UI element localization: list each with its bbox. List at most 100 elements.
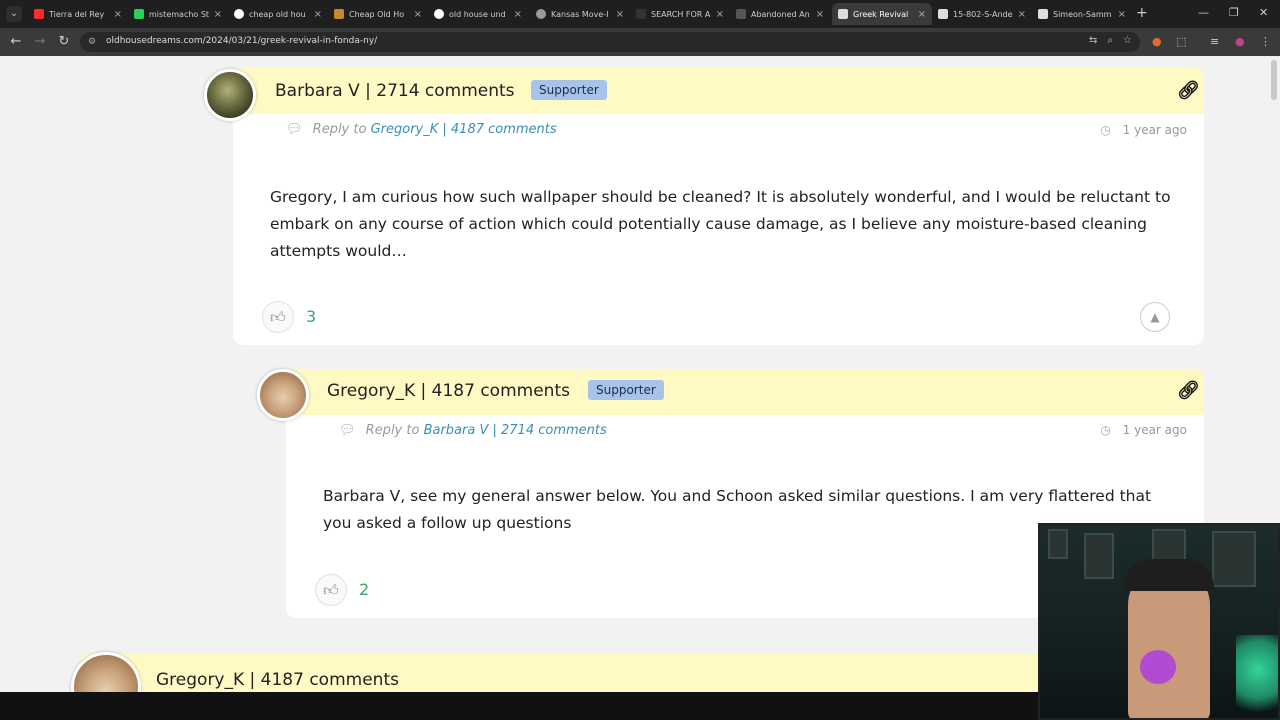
tab-greek-revival[interactable]: Greek Revival × xyxy=(832,3,932,25)
tab-tierra-del-rey[interactable]: Tierra del Rey × xyxy=(28,3,128,25)
kick-icon xyxy=(134,9,144,19)
youtube-icon xyxy=(34,9,44,19)
screen: ⌄ Tierra del Rey × mistemacho St × cheap… xyxy=(0,0,1280,720)
close-tab-icon[interactable]: × xyxy=(314,9,322,20)
thumbs-up-icon[interactable]: 👍︎ xyxy=(315,574,347,606)
reply-icon: 💬︎ xyxy=(339,423,356,438)
restore-icon[interactable]: ❐ xyxy=(1229,6,1239,19)
close-tab-icon[interactable]: × xyxy=(716,9,724,20)
close-tab-icon[interactable]: × xyxy=(414,9,422,20)
reply-to-row: 💬︎ Reply to Barbara V | 2714 comments xyxy=(339,423,607,438)
menu-icon[interactable]: ⋮ xyxy=(1260,35,1271,48)
comment-author[interactable]: Barbara V | 2714 comments xyxy=(275,81,515,101)
time-text: 1 year ago xyxy=(1122,423,1187,437)
browser-tab-bar: ⌄ Tierra del Rey × mistemacho St × cheap… xyxy=(0,0,1280,28)
translate-icon[interactable]: ⇆ xyxy=(1089,35,1097,46)
tab-cheap-old-house-2[interactable]: Cheap Old Ho × xyxy=(328,3,428,25)
comment-author[interactable]: Gregory_K | 4187 comments xyxy=(156,670,399,690)
close-tab-icon[interactable]: × xyxy=(1118,9,1126,20)
tab-old-house-under[interactable]: old house und × xyxy=(428,3,528,25)
like-count: 2 xyxy=(359,580,370,599)
collapse-up-icon[interactable]: ▲ xyxy=(1140,302,1170,332)
close-tab-icon[interactable]: × xyxy=(616,9,624,20)
reply-prefix: Reply to xyxy=(312,122,367,137)
comment-card: Gregory_K | 4187 comments xyxy=(80,654,1204,692)
tab-mistemacho[interactable]: mistemacho St × xyxy=(128,3,228,25)
close-tab-icon[interactable]: × xyxy=(514,9,522,20)
comment-author[interactable]: Gregory_K | 4187 comments xyxy=(327,381,570,401)
tab-15-802[interactable]: 15-802-S-Ande × xyxy=(932,3,1032,25)
profile-avatar[interactable]: ● xyxy=(1235,35,1245,48)
time-text: 1 year ago xyxy=(1122,123,1187,137)
site-info-icon[interactable]: ⚙ xyxy=(86,36,98,48)
back-icon[interactable]: ← xyxy=(8,34,24,49)
close-tab-icon[interactable]: × xyxy=(1018,9,1026,20)
house-icon xyxy=(938,9,948,19)
url-actions: ⇆ ⌕ ☆ xyxy=(1089,35,1132,46)
url-field[interactable]: ⚙ oldhousedreams.com/2024/03/21/greek-re… xyxy=(80,32,1140,52)
tab-title: Kansas Move-I xyxy=(551,9,609,19)
forward-icon[interactable]: → xyxy=(32,34,48,49)
comment-time: ◷ 1 year ago xyxy=(1100,123,1187,137)
site-icon xyxy=(636,9,646,19)
reading-list-icon[interactable]: ≡ xyxy=(1210,35,1219,48)
tab-kansas-move[interactable]: Kansas Move-I × xyxy=(530,3,630,25)
extensions-puzzle-icon[interactable]: ⬚ xyxy=(1176,35,1186,48)
reply-prefix: Reply to xyxy=(365,423,420,438)
extension-icon[interactable]: ● xyxy=(1152,35,1162,48)
tab-title: old house und xyxy=(449,9,506,19)
tab-title: Cheap Old Ho xyxy=(349,9,405,19)
tab-abandoned[interactable]: Abandoned An × xyxy=(730,3,830,25)
close-window-icon[interactable]: ✕ xyxy=(1259,6,1268,19)
browser-address-bar: ← → ↻ ⚙ oldhousedreams.com/2024/03/21/gr… xyxy=(0,28,1280,56)
like-count: 3 xyxy=(306,307,317,326)
wall-poster xyxy=(1212,531,1256,587)
tab-title: Simeon-Samm xyxy=(1053,9,1112,19)
close-tab-icon[interactable]: × xyxy=(214,9,222,20)
minimize-icon[interactable]: — xyxy=(1198,6,1209,19)
wall-poster xyxy=(1048,529,1068,559)
avatar[interactable] xyxy=(257,369,309,421)
reply-to-link[interactable]: Barbara V | 2714 comments xyxy=(424,423,607,438)
tab-simeon[interactable]: Simeon-Samm × xyxy=(1032,3,1132,25)
bookmark-star-icon[interactable]: ☆ xyxy=(1123,35,1132,46)
comment-card: Barbara V | 2714 comments Supporter 🔗︎ 💬… xyxy=(233,68,1204,345)
google-icon xyxy=(234,9,244,19)
zoom-icon[interactable]: ⌕ xyxy=(1107,35,1113,46)
house-icon xyxy=(1038,9,1048,19)
house-icon xyxy=(838,9,848,19)
tab-search-icon[interactable]: ⌄ xyxy=(6,6,22,22)
site-icon xyxy=(334,9,344,19)
thumbs-up-icon[interactable]: 👍︎ xyxy=(262,301,294,333)
webcam-overlay xyxy=(1038,523,1280,720)
reply-to-link[interactable]: Gregory_K | 4187 comments xyxy=(371,122,557,137)
avatar[interactable] xyxy=(204,69,256,121)
new-tab-button[interactable]: + xyxy=(1136,5,1148,21)
tab-search-for[interactable]: SEARCH FOR A × xyxy=(630,3,730,25)
tab-title: 15-802-S-Ande xyxy=(953,9,1013,19)
supporter-badge: Supporter xyxy=(531,80,607,100)
site-icon xyxy=(736,9,746,19)
reply-to-row: 💬︎ Reply to Gregory_K | 4187 comments xyxy=(286,122,557,137)
supporter-badge: Supporter xyxy=(588,380,664,400)
tab-cheap-old-house-1[interactable]: cheap old hou × xyxy=(228,3,328,25)
close-tab-icon[interactable]: × xyxy=(816,9,824,20)
permalink-icon[interactable]: 🔗︎ xyxy=(1177,80,1200,101)
scrollbar-thumb[interactable] xyxy=(1271,60,1277,100)
close-tab-icon[interactable]: × xyxy=(918,9,926,20)
wall-poster xyxy=(1084,533,1114,579)
tab-title: Tierra del Rey xyxy=(49,9,105,19)
permalink-icon[interactable]: 🔗︎ xyxy=(1177,380,1200,401)
tab-title: mistemacho St xyxy=(149,9,210,19)
neon-plant xyxy=(1236,635,1278,718)
close-tab-icon[interactable]: × xyxy=(114,9,122,20)
comment-body: Gregory, I am curious how such wallpaper… xyxy=(270,188,1171,260)
tab-title: cheap old hou xyxy=(249,9,306,19)
reply-icon: 💬︎ xyxy=(286,122,303,137)
clock-icon: ◷ xyxy=(1100,123,1111,137)
plush-toy xyxy=(1140,650,1176,684)
clock-icon: ◷ xyxy=(1100,423,1111,437)
tab-title: Abandoned An xyxy=(751,9,810,19)
url-text: oldhousedreams.com/2024/03/21/greek-revi… xyxy=(106,36,378,46)
reload-icon[interactable]: ↻ xyxy=(56,34,72,49)
